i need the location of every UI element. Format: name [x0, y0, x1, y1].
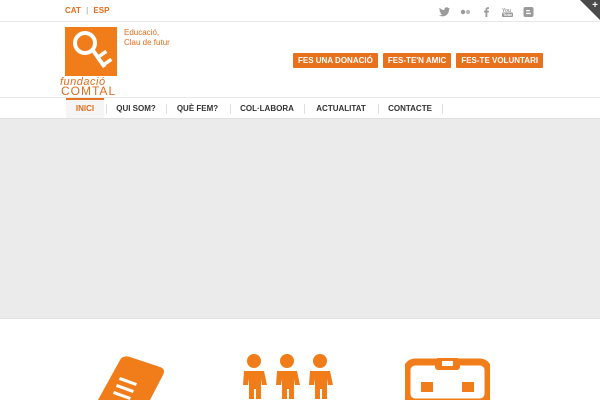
plus-icon[interactable]: + — [592, 0, 598, 11]
facebook-icon[interactable] — [480, 5, 493, 17]
tagline-line1: Educació, — [124, 28, 160, 37]
twitter-icon[interactable] — [438, 5, 451, 17]
nav-item-actualitat[interactable]: ACTUALITAT — [308, 100, 374, 118]
logo-key-icon[interactable] — [65, 27, 117, 76]
people-group-icon — [243, 354, 333, 399]
flickr-icon[interactable] — [459, 5, 472, 17]
nav-item-qui-som[interactable]: QUI SOM? — [110, 100, 162, 118]
nav-item-que-fem[interactable]: QUÈ FEM? — [170, 100, 225, 118]
site-header: fundació COMTAL Educació, Clau de futur … — [0, 22, 600, 98]
blogger-icon[interactable] — [522, 5, 535, 17]
lang-separator: | — [86, 6, 89, 15]
tagline-line2: Clau de futur — [124, 38, 170, 47]
nav-divider — [166, 104, 167, 114]
logo-wordmark-line2: COMTAL — [61, 84, 117, 98]
language-switcher: CAT | ESP — [65, 6, 109, 15]
donate-button[interactable]: FES UNA DONACIÓ — [293, 53, 378, 68]
hero-slider[interactable] — [0, 119, 600, 319]
nav-divider — [230, 104, 231, 114]
action-buttons: FES UNA DONACIÓ FES-TE'N AMIC FES-TE VOL… — [293, 53, 544, 68]
features-section — [0, 320, 600, 400]
clipboard-icon — [405, 358, 490, 400]
nav-divider — [106, 104, 107, 114]
nav-item-collabora[interactable]: COL·LABORA — [234, 100, 300, 118]
nav-divider — [304, 104, 305, 114]
lang-cat-link[interactable]: CAT — [65, 6, 81, 15]
nav-item-inici[interactable]: INICI — [66, 98, 104, 118]
education-book-icon — [98, 356, 164, 400]
nav-divider — [378, 104, 379, 114]
become-volunteer-button[interactable]: FES-TE VOLUNTARI — [456, 53, 544, 68]
social-icons: You Tube — [438, 5, 535, 17]
become-friend-button[interactable]: FES-TE'N AMIC — [382, 53, 452, 68]
top-bar: CAT | ESP You Tube + — [0, 0, 600, 22]
tagline: Educació, Clau de futur — [124, 28, 170, 48]
nav-item-contacte[interactable]: CONTACTE — [382, 100, 438, 118]
lang-esp-link[interactable]: ESP — [93, 6, 109, 15]
youtube-icon[interactable]: You Tube — [501, 5, 514, 17]
main-navigation: INICI QUI SOM? QUÈ FEM? COL·LABORA ACTUA… — [0, 97, 600, 119]
nav-divider — [442, 104, 443, 114]
svg-text:Tube: Tube — [503, 12, 513, 17]
